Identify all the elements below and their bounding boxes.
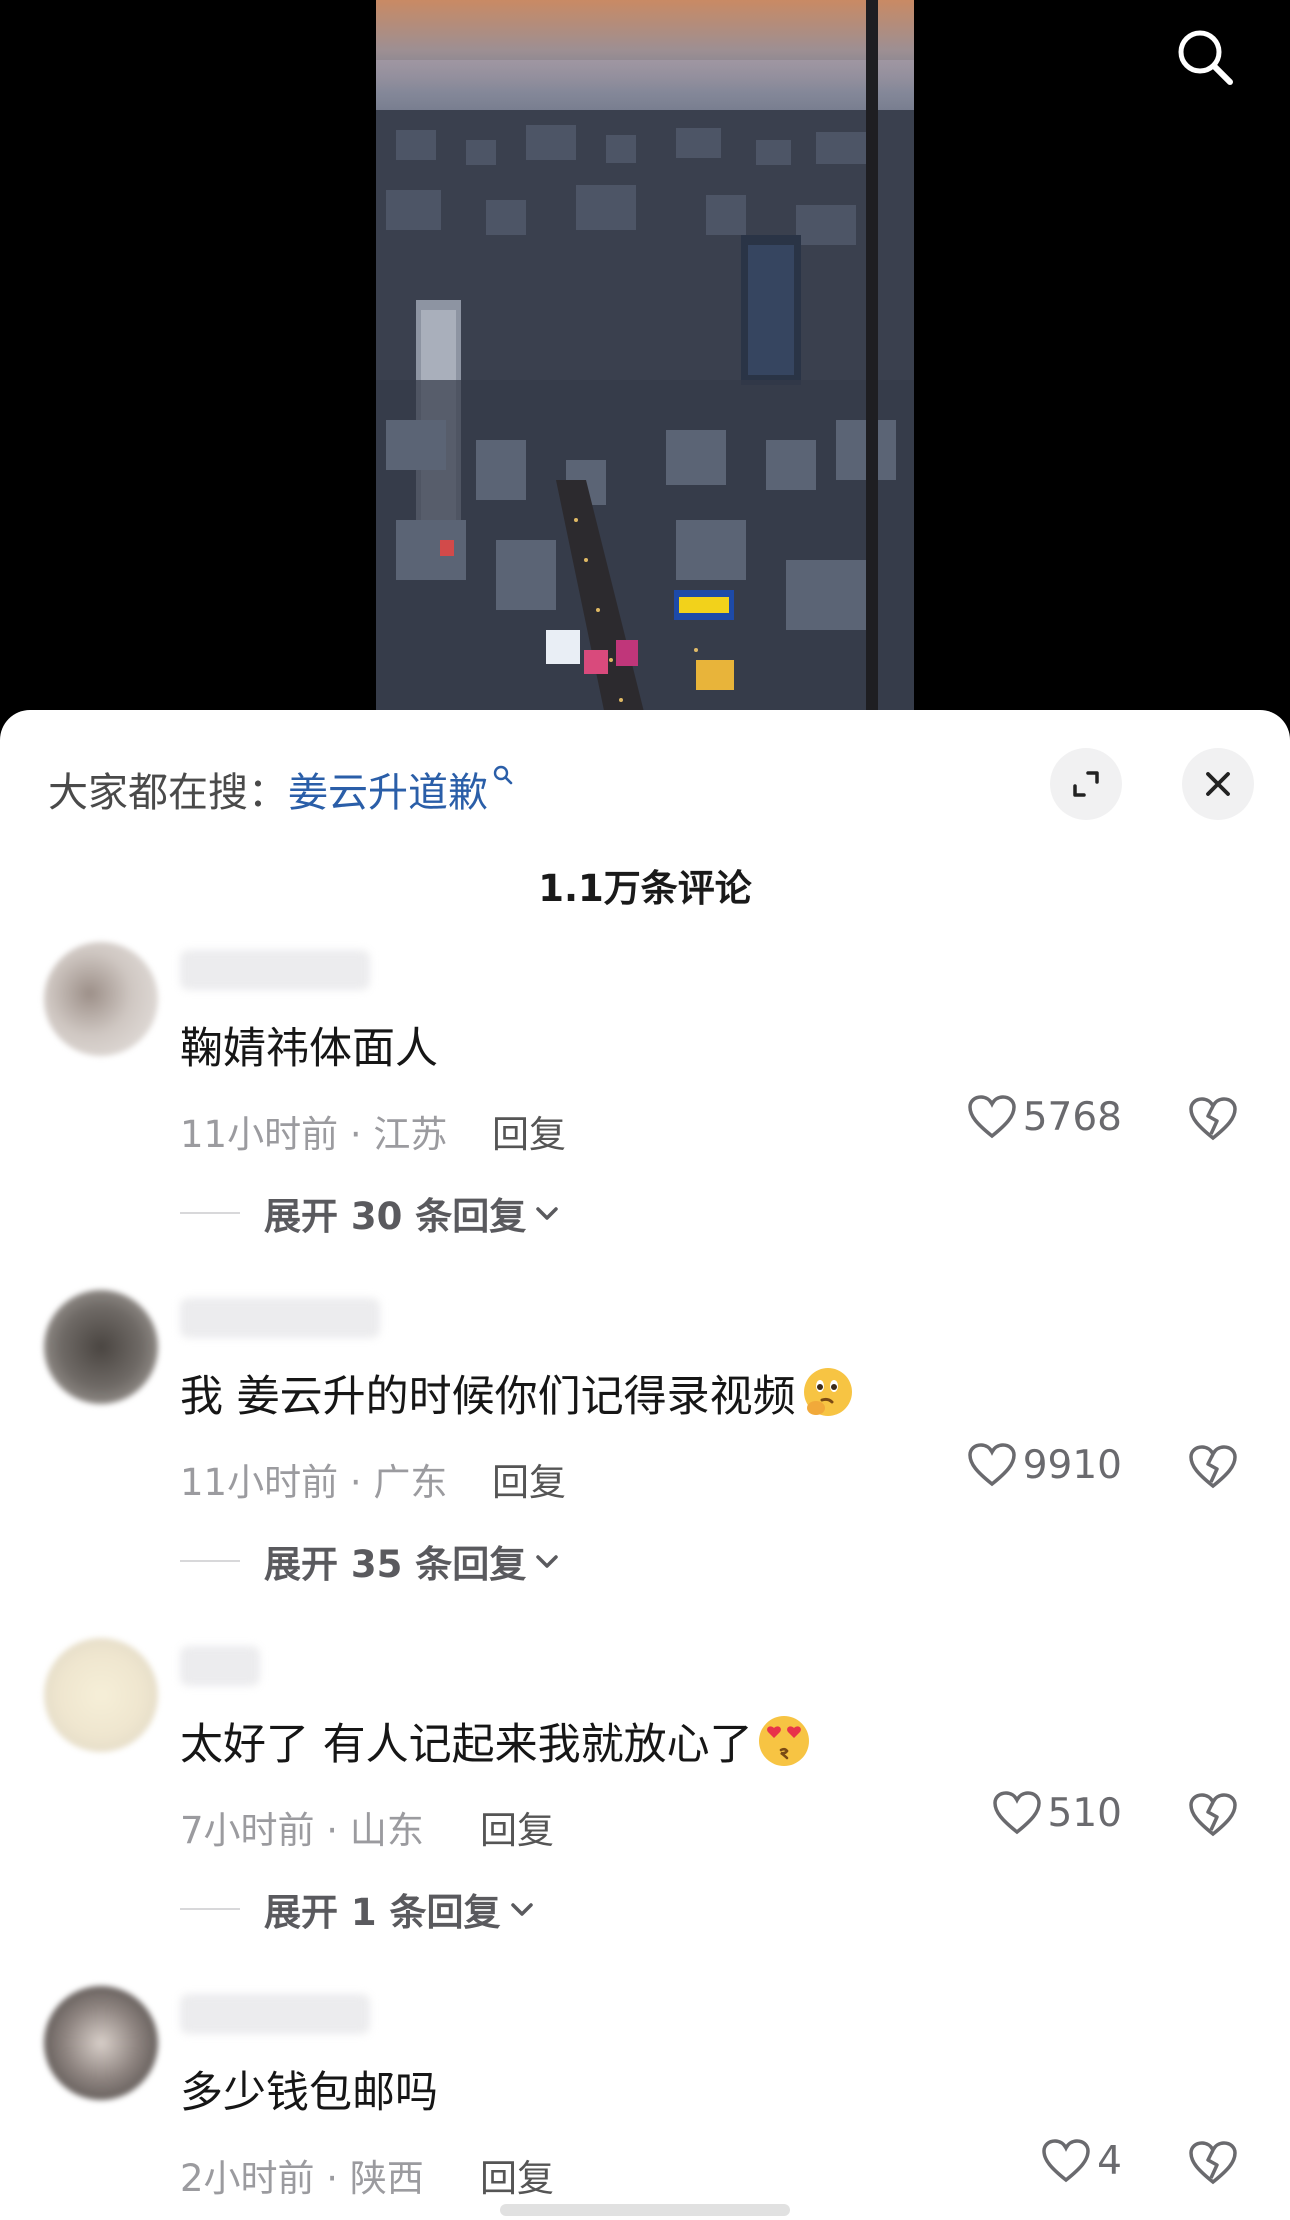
heart-icon [967,1095,1016,1139]
expand-replies-button[interactable]: 展开 35 条回复 [180,1534,560,1588]
broken-heart-icon [1189,2141,1237,2185]
like-button[interactable]: 510 [992,1790,1122,1836]
avatar[interactable] [44,942,158,1056]
video-frame[interactable] [376,0,914,720]
comment-sheet: 大家都在搜： 姜云升道歉 1.1万条评论 鞠婧祎体面人 11小时前 · 江苏 回… [0,710,1290,2220]
comment-text: 我 姜云升的时候你们记得录视频 [180,1362,856,1424]
comment-meta: 11小时前 · 江苏 [180,1113,448,1156]
close-button[interactable] [1182,748,1254,820]
nickname-blurred[interactable] [180,1298,380,1338]
expand-replies-button[interactable]: 展开 30 条回复 [180,1186,560,1240]
comment-item: 太好了 有人记起来我就放心了 7小时前 · 山东 回复 510 展开 1 条回复 [0,1638,1290,1978]
chevron-down-icon [536,1555,559,1568]
chevron-down-icon [510,1903,533,1916]
broken-heart-icon [1189,1097,1237,1141]
like-count: 9910 [1022,1442,1122,1488]
chevron-down-icon [536,1207,559,1220]
avatar[interactable] [44,1290,158,1404]
avatar[interactable] [44,1638,158,1752]
nickname-blurred[interactable] [180,1646,260,1686]
dislike-button[interactable] [1188,1792,1238,1842]
city-skyline-image [376,0,914,720]
comment-item: 我 姜云升的时候你们记得录视频 11小时前 · 广东 回复 9910 展开 35… [0,1290,1290,1630]
reply-button[interactable]: 回复 [492,1104,566,1158]
expand-replies-button[interactable]: 展开 1 条回复 [180,1882,535,1936]
hot-search-keyword[interactable]: 姜云升道歉 [288,760,488,818]
thinking-face-emoji-icon [803,1368,852,1416]
divider-line [180,1212,240,1214]
sheet-header: 大家都在搜： 姜云升道歉 [0,710,1290,860]
reply-button[interactable]: 回复 [492,1452,566,1506]
divider-line [180,1560,240,1562]
like-button[interactable]: 9910 [967,1442,1122,1488]
heart-icon [967,1443,1016,1487]
broken-heart-icon [1189,1793,1237,1837]
like-count: 4 [1097,2138,1122,2184]
comment-meta: 11小时前 · 广东 [180,1461,448,1504]
comment-text: 太好了 有人记起来我就放心了 [180,1710,813,1772]
comment-item: 鞠婧祎体面人 11小时前 · 江苏 回复 5768 展开 30 条回复 [0,942,1290,1282]
like-count: 5768 [1022,1094,1122,1140]
like-button[interactable]: 4 [1041,2138,1122,2184]
like-button[interactable]: 5768 [967,1094,1122,1140]
comment-item: 多少钱包邮吗 2小时前 · 陕西 回复 4 [0,1986,1290,2220]
comment-meta: 2小时前 · 陕西 [180,2157,424,2200]
comment-count: 1.1万条评论 [538,867,752,910]
small-search-icon [493,765,513,785]
reply-button[interactable]: 回复 [480,1800,554,1854]
heart-icon [1042,2139,1090,2183]
fullscreen-button[interactable] [1050,748,1122,820]
like-count: 510 [1047,1790,1122,1836]
reply-button[interactable]: 回复 [480,2148,554,2202]
expand-icon [1073,771,1099,797]
heart-icon [992,1791,1041,1835]
nickname-blurred[interactable] [180,950,370,990]
hot-search-suggestion[interactable]: 大家都在搜： 姜云升道歉 [48,760,514,818]
home-indicator [500,2204,790,2216]
broken-heart-icon [1189,1445,1237,1489]
hot-search-prefix: 大家都在搜： [48,770,288,816]
avatar[interactable] [44,1986,158,2100]
dislike-button[interactable] [1188,1096,1238,1146]
divider-line [180,1908,240,1910]
search-icon [1178,30,1233,85]
close-icon [1206,772,1230,796]
search-button[interactable] [1170,22,1240,92]
comment-text: 多少钱包邮吗 [180,2068,438,2118]
nickname-blurred[interactable] [180,1994,370,2034]
comment-text: 鞠婧祎体面人 [180,1024,438,1074]
heart-eyes-face-emoji-icon [758,1716,809,1766]
video-player[interactable] [0,0,1290,720]
dislike-button[interactable] [1188,2140,1238,2190]
comment-meta: 7小时前 · 山东 [180,1809,424,1852]
dislike-button[interactable] [1188,1444,1238,1494]
